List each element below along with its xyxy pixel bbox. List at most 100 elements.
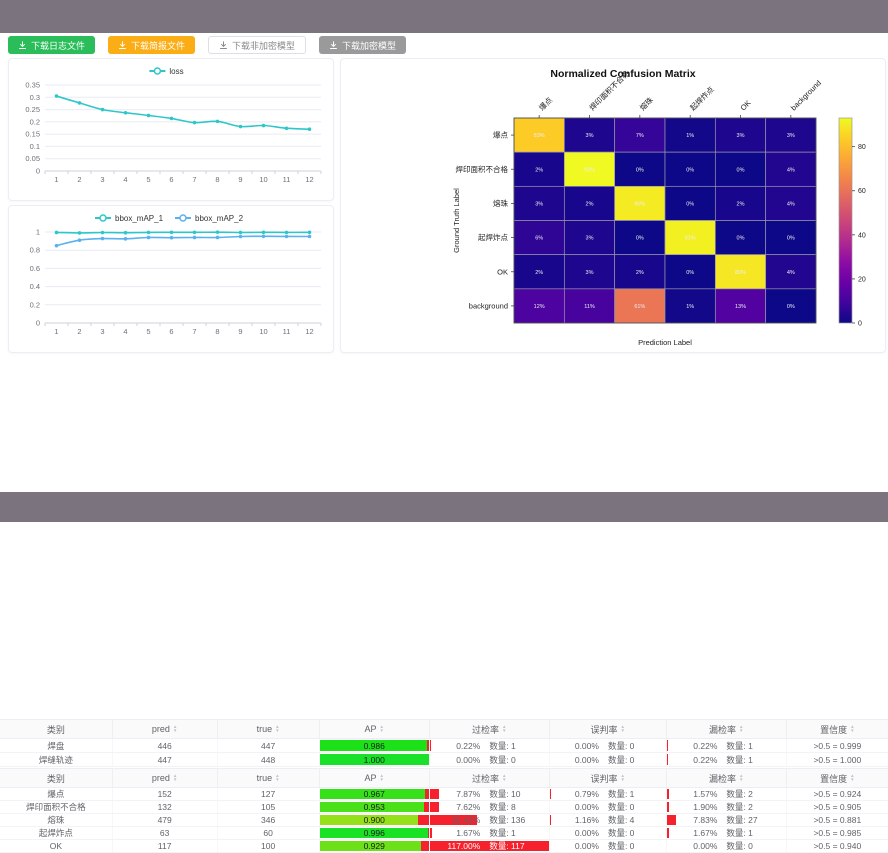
svg-text:5: 5 [146, 327, 150, 336]
download-icon [219, 41, 228, 50]
column-header-过检率[interactable]: 过检率▲▼ [430, 769, 550, 787]
svg-text:1: 1 [54, 175, 58, 184]
pred-cell: 152 [113, 788, 218, 800]
legend-item-loss[interactable]: loss [149, 67, 183, 76]
mis-rate-cell: 0.00%数量: 0 [550, 827, 667, 839]
over-rate-value: 7.62% [430, 802, 481, 812]
column-header-pred[interactable]: pred▲▼ [113, 769, 218, 787]
confidence-cell: >0.5 = 1.000 [787, 753, 888, 766]
svg-text:0.8: 0.8 [30, 246, 40, 255]
sort-icon[interactable]: ▲▼ [850, 774, 854, 782]
pred-cell: 132 [113, 801, 218, 813]
svg-text:7%: 7% [636, 133, 644, 139]
ap-cell: 1.000 [320, 753, 430, 766]
sort-icon[interactable]: ▲▼ [275, 725, 279, 733]
sort-icon[interactable]: ▲▼ [173, 725, 177, 733]
ap-value: 0.967 [364, 789, 385, 799]
confidence-cell: >0.5 = 0.985 [787, 827, 888, 839]
svg-text:89%: 89% [735, 270, 746, 276]
column-header-置信度[interactable]: 置信度▲▼ [787, 720, 888, 738]
miss-rate-cell: 1.67%数量: 1 [667, 827, 787, 839]
over-rate-value: 0.00% [430, 755, 481, 765]
column-header-pred[interactable]: pred▲▼ [113, 720, 218, 738]
table-row: 焊盘4464470.9860.22%数量: 10.00%数量: 00.22%数量… [0, 739, 888, 753]
svg-text:background: background [469, 301, 508, 310]
column-header-过检率[interactable]: 过检率▲▼ [430, 720, 550, 738]
confidence-value: >0.5 = 0.999 [813, 741, 861, 751]
pred-cell: 63 [113, 827, 218, 839]
svg-text:Ground Truth Label: Ground Truth Label [452, 188, 461, 253]
sort-icon[interactable]: ▲▼ [379, 774, 383, 782]
svg-text:起焊炸点: 起焊炸点 [688, 84, 717, 113]
download-icon [18, 41, 27, 50]
column-header-误判率[interactable]: 误判率▲▼ [550, 769, 667, 787]
over-rate-count: 数量: 117 [480, 840, 548, 852]
column-header-AP[interactable]: AP▲▼ [320, 769, 430, 787]
download-log-button[interactable]: 下载日志文件 [8, 36, 95, 54]
sort-icon[interactable]: ▲▼ [502, 725, 506, 733]
svg-text:1%: 1% [686, 133, 694, 139]
column-header-true[interactable]: true▲▼ [218, 769, 320, 787]
miss-rate-cell: 7.83%数量: 27 [667, 814, 787, 826]
ap-value: 0.986 [364, 741, 385, 751]
column-header-true[interactable]: true▲▼ [218, 720, 320, 738]
sort-icon[interactable]: ▲▼ [621, 725, 625, 733]
column-header-误判率[interactable]: 误判率▲▼ [550, 720, 667, 738]
column-header-label: 类别 [47, 723, 65, 736]
sort-icon[interactable]: ▲▼ [739, 725, 743, 733]
sort-icon[interactable]: ▲▼ [502, 774, 506, 782]
download-plain-model-button[interactable]: 下载非加密模型 [208, 36, 306, 54]
confidence-value: >0.5 = 0.940 [813, 841, 861, 851]
class-name-cell: 起焊炸点 [0, 827, 113, 839]
download-encrypted-model-button[interactable]: 下载加密模型 [319, 36, 406, 54]
column-header-置信度[interactable]: 置信度▲▼ [787, 769, 888, 787]
svg-text:0%: 0% [636, 236, 644, 242]
download-report-button[interactable]: 下载简报文件 [108, 36, 195, 54]
svg-text:10: 10 [259, 175, 267, 184]
ap-cell: 0.953 [320, 801, 430, 813]
column-header-label: pred [152, 724, 170, 734]
legend-item-bbox_mAP_1[interactable]: bbox_mAP_1 [95, 214, 164, 223]
class-name-cell: 熔珠 [0, 814, 113, 826]
svg-text:12: 12 [305, 327, 313, 336]
column-header-类别: 类别 [0, 769, 113, 787]
svg-text:bbox_mAP_1: bbox_mAP_1 [115, 214, 164, 223]
svg-text:爆点: 爆点 [537, 94, 555, 112]
top-window-band [0, 0, 888, 33]
column-header-label: true [257, 773, 273, 783]
miss-rate-count: 数量: 1 [717, 740, 785, 752]
sort-icon[interactable]: ▲▼ [739, 774, 743, 782]
mis-rate-value: 0.79% [550, 789, 599, 799]
svg-text:83%: 83% [534, 133, 545, 139]
svg-text:3%: 3% [586, 133, 594, 139]
class-name: 焊印面积不合格 [26, 801, 86, 813]
class-name: 起焊炸点 [39, 827, 73, 839]
true-cell-value: 60 [263, 828, 272, 838]
confidence-cell: >0.5 = 0.924 [787, 788, 888, 800]
column-header-label: 过检率 [472, 772, 499, 785]
mis-rate-value: 0.00% [550, 741, 599, 751]
sort-icon[interactable]: ▲▼ [621, 774, 625, 782]
sort-icon[interactable]: ▲▼ [379, 725, 383, 733]
column-header-AP[interactable]: AP▲▼ [320, 720, 430, 738]
svg-text:0: 0 [36, 167, 40, 176]
true-cell-value: 447 [261, 741, 275, 751]
sort-icon[interactable]: ▲▼ [850, 725, 854, 733]
pred-cell-value: 479 [158, 815, 172, 825]
column-header-漏检率[interactable]: 漏检率▲▼ [667, 769, 787, 787]
pred-cell: 446 [113, 739, 218, 752]
mis-rate-cell: 0.00%数量: 0 [550, 840, 667, 852]
bbox-map-chart: 00.20.40.60.81123456789101112bbox_mAP_1b… [9, 206, 331, 350]
svg-text:40: 40 [858, 232, 866, 239]
miss-rate-value: 7.83% [667, 815, 718, 825]
svg-text:0.35: 0.35 [25, 81, 40, 90]
column-header-类别: 类别 [0, 720, 113, 738]
miss-rate-value: 1.90% [667, 802, 718, 812]
sort-icon[interactable]: ▲▼ [173, 774, 177, 782]
sort-icon[interactable]: ▲▼ [275, 774, 279, 782]
svg-text:11%: 11% [584, 304, 595, 310]
svg-text:6: 6 [169, 175, 173, 184]
legend-item-bbox_mAP_2[interactable]: bbox_mAP_2 [175, 214, 244, 223]
confidence-cell: >0.5 = 0.881 [787, 814, 888, 826]
column-header-漏检率[interactable]: 漏检率▲▼ [667, 720, 787, 738]
